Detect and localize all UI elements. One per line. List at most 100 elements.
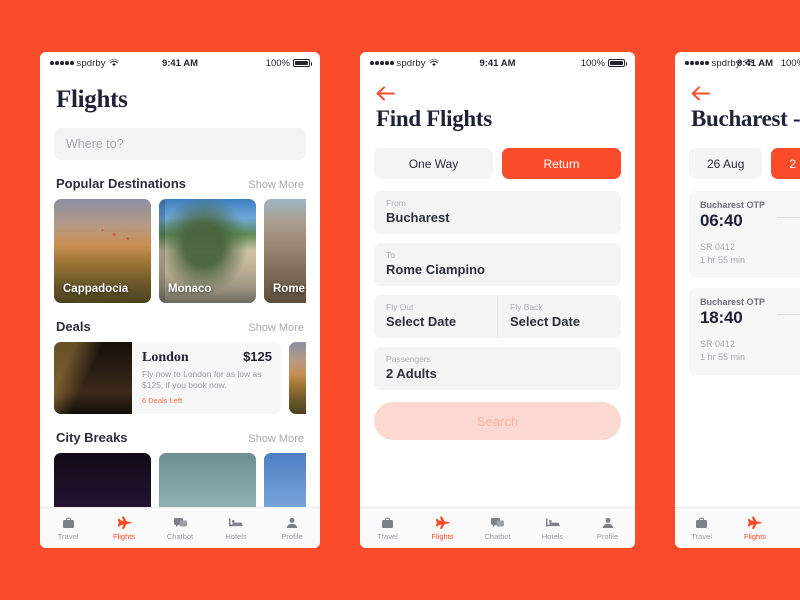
flight-result-card[interactable]: Bucharest OTP 18:40 SR 0412 1 hr 55 min [689,288,800,376]
date-chip-label: 2 [789,156,797,171]
date-chip-selected[interactable]: 2 [771,148,800,179]
trip-type-return-button[interactable]: Return [502,148,621,179]
deal-top: London $125 [142,349,272,366]
screen-body: Find Flights One Way Return From Buchare… [360,84,635,548]
flight-origin: Bucharest OTP [700,297,766,308]
signal-dots-icon [685,61,709,65]
tab-flights[interactable]: Flights [728,515,781,541]
flight-origin: Bucharest OTP [700,200,766,210]
suitcase-icon [381,515,394,530]
flight-result-card[interactable]: Bucharest OTP 06:40 SR 0412 1 hr 55 min [689,191,800,279]
page-title: Flights [56,86,128,113]
status-bar-right: 100% [581,58,627,69]
tab-chatbot[interactable]: Chatbot [470,515,525,541]
flight-meta: SR 0412 1 hr 55 min [700,241,800,267]
tab-chatbot[interactable]: Chatbot [152,515,208,541]
tab-label: Flights [112,532,136,541]
tab-travel[interactable]: Travel [675,515,728,541]
passengers-value: 2 Adults [386,366,437,381]
deal-city: London [142,350,189,365]
tab-travel[interactable]: Travel [40,515,96,541]
to-field-value: Rome Ciampino [386,262,485,277]
signal-dots-icon [50,61,74,65]
trip-type-one-way-button[interactable]: One Way [374,148,493,179]
wifi-icon [108,58,119,67]
back-button[interactable] [376,84,398,102]
tab-hotels[interactable]: Hotels [208,515,264,541]
flight-path-line [777,314,800,316]
tab-label: Chatbot [484,532,511,541]
plane-icon [435,515,450,530]
destination-card-row[interactable]: Cappadocia Monaco Rome [54,199,306,303]
flight-duration: 1 hr 55 min [700,352,746,363]
flight-duration: 1 hr 55 min [700,255,746,266]
show-more-link[interactable]: Show More [248,179,304,191]
show-more-link[interactable]: Show More [248,433,304,445]
fly-back-field[interactable]: Fly Back Select Date [497,295,621,338]
carrier-label: spdrby [396,57,426,69]
chat-icon [491,515,504,530]
plane-icon [747,515,763,530]
person-icon [286,515,298,530]
to-field[interactable]: To Rome Ciampino [374,243,621,286]
destination-card[interactable]: Monaco [159,199,256,303]
deal-card-row[interactable]: London $125 Fly now to London for as low… [54,342,306,414]
status-bar-left: spdrby [685,58,754,69]
tab-chatbot-partial[interactable] [782,521,800,536]
phone-screen-flights-home: spdrby 9:41 AM 100% Flights Where to? Po… [40,52,320,548]
tab-label: Hotels [541,532,564,541]
battery-icon [293,59,312,67]
suitcase-icon [695,515,708,530]
flight-number: SR 0412 [700,339,736,350]
tab-flights[interactable]: Flights [96,515,152,541]
battery-percent-label: 100% [265,57,290,69]
trip-type-selector: One Way Return [374,148,621,179]
tab-label: Travel [691,532,712,541]
deal-body: London $125 Fly now to London for as low… [132,342,281,414]
bed-icon [229,515,243,530]
status-bar: spdrby 9:41 AM 100% [40,52,320,74]
status-bar-left: spdrby [50,58,119,69]
status-bar: spdrby 9:41 AM 100% [360,52,635,74]
passengers-field[interactable]: Passengers 2 Adults [374,347,621,390]
suitcase-icon [62,515,75,530]
section-title: Deals [56,319,91,334]
tab-label: Travel [57,532,79,541]
date-selector: 26 Aug 2 [689,148,800,179]
flight-path-line [777,217,800,218]
back-button[interactable] [691,84,713,102]
show-more-link[interactable]: Show More [248,322,304,334]
from-field[interactable]: From Bucharest [374,191,621,234]
carrier-label: spdrby [76,57,106,69]
flight-departure-time: 06:40 [700,211,743,230]
bottom-tab-bar: Travel Flights Chatbot Hotels Profile [360,507,635,548]
tab-travel[interactable]: Travel [360,515,415,541]
carrier-label: spdrby [711,57,741,69]
deal-card-next[interactable] [289,342,306,414]
section-header-deals: Deals Show More [56,319,304,334]
status-bar-left: spdrby [370,58,439,69]
page-title: Find Flights [376,106,492,131]
tab-profile[interactable]: Profile [264,515,320,541]
flight-departure-time: 18:40 [700,308,743,328]
tab-flights[interactable]: Flights [415,515,470,541]
tab-profile[interactable]: Profile [580,515,635,541]
deal-photo [289,342,306,414]
destination-card[interactable]: Rome [264,199,306,303]
from-field-label: From [386,198,406,208]
date-chip[interactable]: 26 Aug [689,148,763,179]
tab-label: Chatbot [166,532,194,541]
wifi-icon [428,58,439,67]
destination-card[interactable]: Cappadocia [54,199,151,303]
tab-label: Hotels [225,532,247,541]
fly-out-field[interactable]: Fly Out Select Date [374,295,497,338]
deal-card[interactable]: London $125 Fly now to London for as low… [54,342,281,414]
trip-type-label: One Way [408,156,459,171]
tab-label: Flights [431,532,454,541]
deal-remaining-badge: 6 Deals Left [142,395,183,405]
search-input[interactable]: Where to? [54,128,306,160]
search-button[interactable]: Search [374,402,621,440]
bottom-tab-bar: Travel Flights Chatbot Hotels Profile [40,507,320,548]
tab-hotels[interactable]: Hotels [525,515,580,541]
trip-type-label: Return [543,156,580,171]
